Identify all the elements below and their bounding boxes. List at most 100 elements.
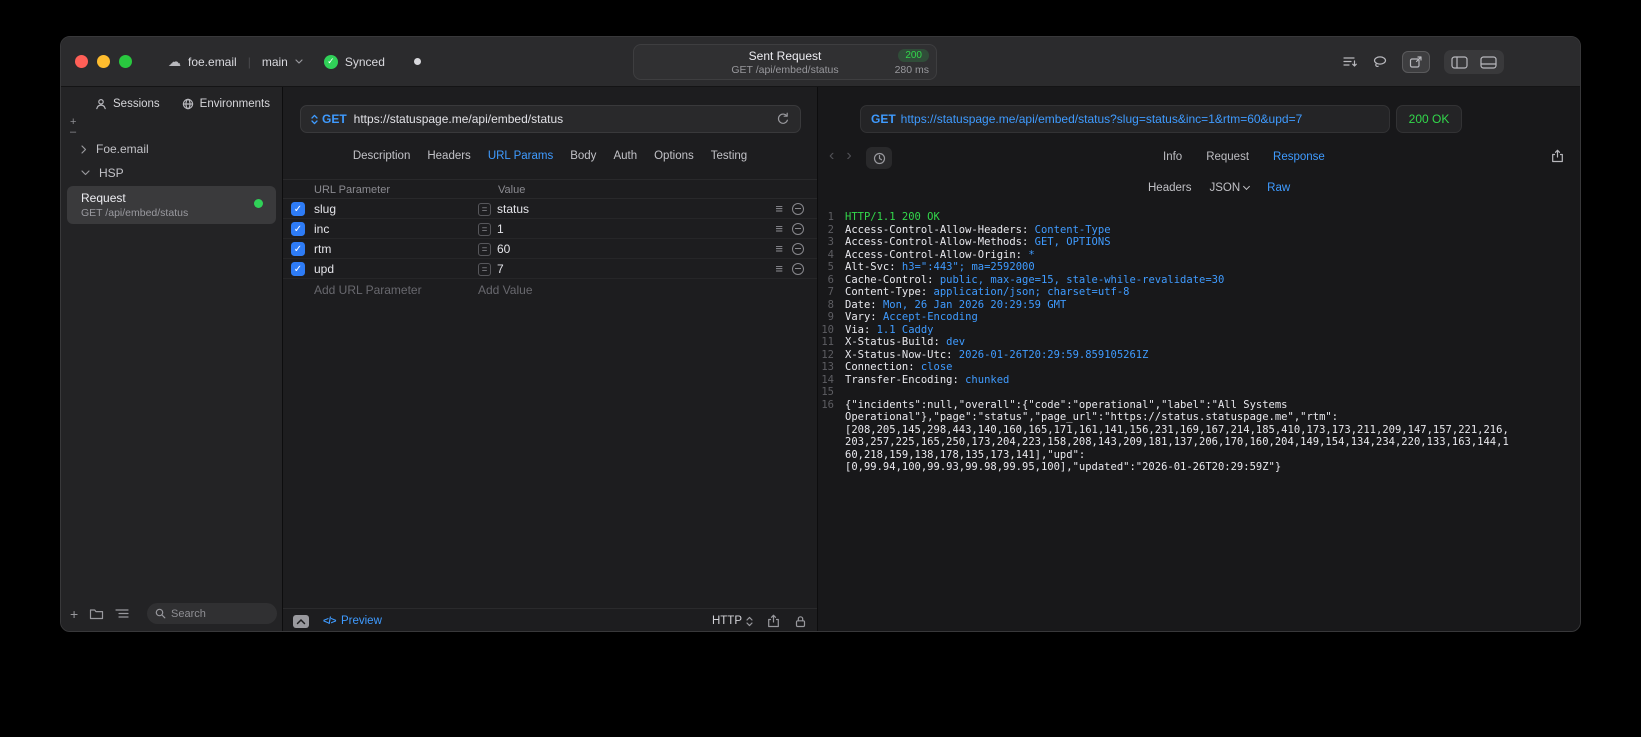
row-menu-icon[interactable]: ≡ xyxy=(775,201,783,216)
session-tree: Foe.email HSP xyxy=(61,137,282,185)
row-menu-icon[interactable]: ≡ xyxy=(775,241,783,256)
tab-sessions[interactable]: Sessions xyxy=(95,98,160,110)
tab-headers[interactable]: Headers xyxy=(427,150,470,162)
response-line: 2 Access-Control-Allow-Headers: Content-T… xyxy=(827,223,1111,236)
param-name-field[interactable]: inc xyxy=(314,222,329,236)
new-folder-icon[interactable] xyxy=(89,607,104,620)
share-icon[interactable] xyxy=(767,614,780,628)
url-bar[interactable]: GET https://statuspage.me/api/embed/stat… xyxy=(300,105,801,133)
param-name-field[interactable]: upd xyxy=(314,262,334,276)
close-window-button[interactable] xyxy=(75,55,88,68)
minimize-window-button[interactable] xyxy=(97,55,110,68)
box-arrow-icon xyxy=(1409,56,1422,68)
request-list-item-selected[interactable]: Request GET /api/embed/status xyxy=(67,186,276,224)
tab-auth[interactable]: Auth xyxy=(613,150,637,162)
response-line: 12 X-Status-Now-Utc: 2026-01-26T20:29:59.… xyxy=(821,348,1149,361)
zoom-window-button[interactable] xyxy=(119,55,132,68)
param-checkbox[interactable]: ✓ xyxy=(291,242,305,256)
tab-info[interactable]: Info xyxy=(1163,151,1182,163)
param-value-field[interactable]: 60 xyxy=(497,242,510,256)
row-menu-icon[interactable]: ≡ xyxy=(775,221,783,236)
remove-item-button[interactable]: – xyxy=(70,127,76,138)
add-param-name[interactable]: Add URL Parameter xyxy=(314,283,422,297)
subtab-headers[interactable]: Headers xyxy=(1148,182,1191,194)
param-value-field[interactable]: 7 xyxy=(497,262,504,276)
tab-request[interactable]: Request xyxy=(1206,151,1249,163)
history-back-icon[interactable]: ‹ xyxy=(829,147,834,165)
sidebar-toggle-icon[interactable] xyxy=(1451,55,1468,70)
tab-testing[interactable]: Testing xyxy=(711,150,747,162)
request-summary-pill[interactable]: Sent Request GET /api/embed/status 200 2… xyxy=(633,44,937,80)
chevron-down-icon xyxy=(295,59,303,64)
history-forward-icon[interactable]: › xyxy=(846,147,851,165)
request-item-title: Request xyxy=(81,191,126,205)
sent-request-line[interactable]: GET https://statuspage.me/api/embed/stat… xyxy=(860,105,1390,133)
layout-toggle-group xyxy=(1444,50,1504,74)
tab-url-params[interactable]: URL Params xyxy=(488,150,553,162)
response-line: 6 Cache-Control: public, max-age=15, stal… xyxy=(827,273,1225,286)
new-request-button[interactable]: + xyxy=(70,607,78,621)
param-name-field[interactable]: slug xyxy=(314,202,336,216)
param-row: ✓ rtm = 60 ≡ xyxy=(283,239,817,259)
list-view-icon[interactable] xyxy=(115,608,130,619)
param-value-field[interactable]: status xyxy=(497,202,529,216)
response-line: 4 Access-Control-Allow-Origin: * xyxy=(827,248,1035,261)
tree-item-hsp[interactable]: HSP xyxy=(61,161,282,185)
lasso-icon[interactable] xyxy=(1372,55,1388,69)
preview-button[interactable]: </> Preview xyxy=(323,615,382,627)
project-name[interactable]: foe.email xyxy=(188,55,237,69)
tab-options[interactable]: Options xyxy=(654,150,694,162)
expand-tabbar-icon[interactable] xyxy=(293,614,309,628)
sidebar: Sessions Environments + – Foe.email HSP … xyxy=(61,87,283,631)
row-remove-icon[interactable] xyxy=(792,203,804,215)
resend-icon[interactable] xyxy=(776,112,790,126)
param-name-field[interactable]: rtm xyxy=(314,242,331,256)
duration-label: 280 ms xyxy=(894,64,929,76)
sidebar-search[interactable] xyxy=(147,603,277,624)
summary-method-path: GET /api/embed/status xyxy=(731,64,839,76)
tree-item-label: HSP xyxy=(99,166,124,180)
response-body[interactable]: 1 HTTP/1.1 200 OK 2 Access-Control-Allow-He… xyxy=(818,211,1572,474)
clock-icon xyxy=(873,152,885,164)
value-type-icon: = xyxy=(478,202,491,216)
param-checkbox[interactable]: ✓ xyxy=(291,262,305,276)
divider: | xyxy=(247,54,251,69)
method-stepper-icon xyxy=(311,114,318,124)
protocol-select[interactable]: HTTP xyxy=(712,615,753,627)
share-icon[interactable] xyxy=(1551,149,1564,163)
synced-check-icon: ✓ xyxy=(323,54,338,69)
request-tabs: Description Headers URL Params Body Auth Opti… xyxy=(283,150,817,162)
select-stepper-icon xyxy=(746,616,753,626)
response-line: 15 xyxy=(821,386,834,398)
add-param-value[interactable]: Add Value xyxy=(478,283,533,297)
tab-body[interactable]: Body xyxy=(570,150,596,162)
bottom-panel-toggle-icon[interactable] xyxy=(1480,55,1497,70)
param-rows: ✓ slug = status ≡ ✓ inc = 1 ≡ ✓ rtm = 60… xyxy=(283,199,817,299)
subtab-raw[interactable]: Raw xyxy=(1267,182,1290,194)
param-checkbox[interactable]: ✓ xyxy=(291,222,305,236)
branch-name[interactable]: main xyxy=(262,55,288,69)
method-select[interactable]: GET xyxy=(311,112,347,126)
url-input[interactable]: https://statuspage.me/api/embed/status xyxy=(354,112,563,126)
sent-url: https://statuspage.me/api/embed/status?s… xyxy=(900,112,1303,126)
search-input[interactable] xyxy=(171,607,263,620)
add-param-row[interactable]: Add URL Parameter Add Value xyxy=(283,279,817,299)
param-value-field[interactable]: 1 xyxy=(497,222,504,236)
row-remove-icon[interactable] xyxy=(792,243,804,255)
subtab-json[interactable]: JSON xyxy=(1209,182,1251,194)
tab-response[interactable]: Response xyxy=(1273,151,1325,163)
param-checkbox[interactable]: ✓ xyxy=(291,202,305,216)
row-remove-icon[interactable] xyxy=(792,263,804,275)
sort-lines-icon[interactable] xyxy=(1342,55,1358,69)
lock-icon[interactable] xyxy=(794,615,807,628)
history-button[interactable] xyxy=(866,147,892,169)
tree-item-foe-email[interactable]: Foe.email xyxy=(61,137,282,161)
status-code-badge: 200 xyxy=(898,49,929,62)
tab-description[interactable]: Description xyxy=(353,150,411,162)
row-menu-icon[interactable]: ≡ xyxy=(775,261,783,276)
row-remove-icon[interactable] xyxy=(792,223,804,235)
export-request-button[interactable] xyxy=(1402,51,1430,73)
code-icon: </> xyxy=(323,615,336,627)
column-header-value: Value xyxy=(498,184,526,196)
tab-environments[interactable]: Environments xyxy=(182,98,270,110)
